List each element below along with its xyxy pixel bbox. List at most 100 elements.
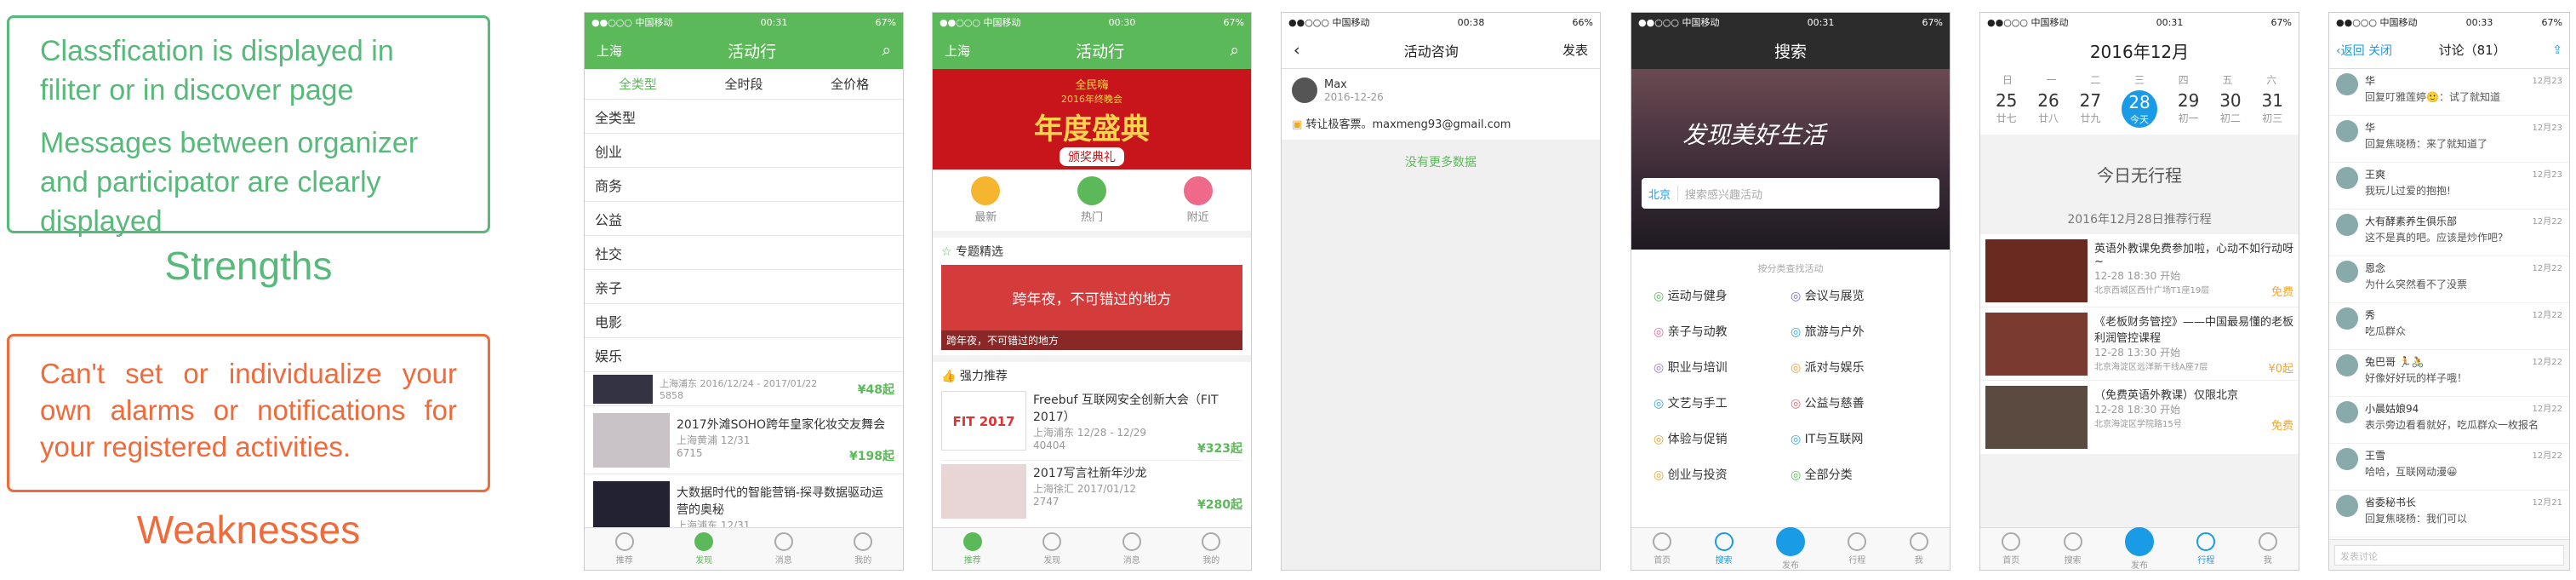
menu-item[interactable]: 电影	[585, 304, 903, 338]
menu-item[interactable]: 全类型	[585, 100, 903, 134]
message-text: 为什么突然看不了没票	[2365, 279, 2468, 290]
location-icon	[1183, 176, 1213, 205]
day-cell[interactable]: 29 初一	[2178, 90, 2199, 128]
avatar	[2336, 120, 2358, 142]
tab-messages[interactable]: 消息	[1122, 532, 1141, 566]
message-text: 这不是真的吧。应该是炒作吧?	[2365, 232, 2504, 244]
city-selector[interactable]: 北京	[1642, 185, 1679, 202]
list-item[interactable]: 2017写言社新年沙龙 上海徐汇 2017/01/12 2747 ¥280起	[941, 461, 1242, 527]
star-icon: ☆	[941, 245, 952, 259]
category-family[interactable]: ◎ 亲子与动教	[1654, 323, 1791, 340]
message-row[interactable]: 王雪 12月22 哈哈，互联网动漫😀	[2329, 444, 2569, 491]
message-row[interactable]: 小晨姑娘94 12月22 表示旁边看看就好，吃瓜群众一枚报名	[2329, 397, 2569, 444]
category-charity[interactable]: ◎ 公益与慈善	[1791, 394, 1928, 411]
tab-messages[interactable]: 消息	[774, 532, 793, 566]
category-party[interactable]: ◎ 派对与娱乐	[1791, 359, 1928, 376]
strength-line-1: Classfication is displayed in filiter or…	[40, 35, 394, 106]
message-row[interactable]: 秀 12月22 吃瓜群众	[2329, 303, 2569, 350]
back-icon[interactable]: ‹	[1294, 41, 1300, 60]
list-item[interactable]: （免费英语外教课）仅限北京 12-28 18:30 开始 北京海淀区学院路15号 免费	[1980, 381, 2299, 454]
tab-schedule[interactable]: 行程	[2196, 532, 2216, 566]
category-nearby[interactable]: 附近	[1183, 176, 1213, 224]
day-cell[interactable]: 25 廿七	[1996, 90, 2017, 128]
discussion-input[interactable]: 发表讨论	[2334, 545, 2564, 566]
filter-time[interactable]: 全时段	[724, 75, 763, 93]
list-item[interactable]: 上海浦东 2016/12/24 - 2017/01/22 5858 ¥48起	[585, 372, 903, 406]
menu-item[interactable]: 娱乐	[585, 338, 903, 372]
list-item[interactable]: 英语外教课免费参加啦，心动不如行动呀~ 12-28 18:30 开始 北京西城区西什…	[1980, 234, 2299, 307]
menu-item[interactable]: 亲子	[585, 270, 903, 304]
tab-home[interactable]: 首页	[2002, 532, 2021, 566]
day-cell[interactable]: 30 初二	[2219, 90, 2241, 128]
tab-home[interactable]: 首页	[1653, 532, 1672, 566]
category-hot[interactable]: 热门	[1077, 176, 1106, 224]
category-conference[interactable]: ◎ 会议与展览	[1791, 287, 1928, 304]
category-promo[interactable]: ◎ 体验与促销	[1654, 430, 1791, 447]
tab-search[interactable]: 搜索	[2063, 532, 2082, 566]
list-item[interactable]: 《老板财务管控》——中国最易懂的老板利润管控课程 12-28 13:30 开始 北京…	[1980, 307, 2299, 381]
tab-publish[interactable]: 发布	[1775, 527, 1805, 570]
message-row[interactable]: 华 12月23 回复焦晓杨：来了就知道了	[2329, 116, 2569, 163]
tab-schedule[interactable]: 行程	[1848, 532, 1867, 566]
message-row[interactable]: 省委秘书长 12月21 回复焦晓杨：我们可以	[2329, 491, 2569, 537]
day-cell[interactable]: 26 廿八	[2037, 90, 2059, 128]
person-icon	[1909, 532, 1928, 551]
tab-discover[interactable]: 发现	[1042, 532, 1062, 566]
city-selector[interactable]: 上海	[597, 42, 622, 60]
message-row[interactable]: 王爽 12月23 我玩儿过爱的抱抱!	[2329, 163, 2569, 210]
tab-me[interactable]: 我的	[854, 532, 873, 566]
run-icon: ◎	[1654, 290, 1665, 303]
person-icon	[854, 532, 873, 551]
plus-icon	[1775, 527, 1805, 556]
search-icon[interactable]: ⌕	[882, 41, 891, 60]
message-row[interactable]: 兔巴哥 🏃🚴 12月22 好像好好玩的样子哦！	[2329, 350, 2569, 397]
message-row[interactable]: 大有酵素养生俱乐部 12月22 这不是真的吧。应该是炒作吧?	[2329, 210, 2569, 256]
tab-search[interactable]: 搜索	[1714, 532, 1734, 566]
category-startup[interactable]: ◎ 创业与投资	[1654, 466, 1791, 483]
phone-consult-screen: ●●○○○ 中国移动 00:38 66% ‹ 活动咨询 发表 Max 2016-12-…	[1281, 12, 1601, 571]
filter-type[interactable]: 全类型	[619, 75, 657, 93]
category-travel[interactable]: ◎ 旅游与户外	[1791, 323, 1928, 340]
day-cell-today[interactable]: 28 今天	[2121, 90, 2157, 128]
section-title: ☆ 专题精选	[941, 245, 1004, 259]
search-icon[interactable]: ⌕	[1230, 41, 1239, 60]
tab-home[interactable]: 推荐	[614, 532, 634, 566]
menu-item[interactable]: 商务	[585, 168, 903, 202]
tab-me[interactable]: 我	[1909, 532, 1928, 566]
share-icon[interactable]: ⇪	[2552, 43, 2562, 57]
feature-card[interactable]: 跨年夜，不可错过的地方 跨年夜，不可错过的地方	[941, 265, 1242, 350]
message-row[interactable]: 恩念 12月22 为什么突然看不了没票	[2329, 256, 2569, 303]
avatar	[2336, 214, 2358, 236]
tab-me[interactable]: 我	[2258, 532, 2277, 566]
day-cell[interactable]: 31 初三	[2262, 90, 2283, 128]
category-it[interactable]: ◎ IT与互联网	[1791, 430, 1928, 447]
mic-icon: ◎	[1791, 290, 1802, 303]
tab-home[interactable]: 推荐	[962, 532, 982, 566]
menu-item[interactable]: 公益	[585, 202, 903, 236]
list-item[interactable]: FIT 2017 Freebuf 互联网安全创新大会（FIT 2017） 上海浦…	[941, 388, 1242, 461]
author-name: 恩念	[2365, 262, 2386, 274]
promo-banner[interactable]: 全民嗨 2016年终晚会 年度盛典 颁奖典礼	[933, 69, 1251, 169]
week-strip: 日一二三四五六 25 廿七 26 廿八 27 廿九 28 今天 29 初一 30 初二 31…	[1980, 69, 2299, 135]
tab-publish[interactable]: 发布	[2124, 527, 2154, 570]
tab-discover[interactable]: 发现	[694, 532, 714, 566]
city-selector[interactable]: 上海	[945, 42, 970, 60]
message-text: 哈哈，互联网动漫😀	[2365, 466, 2458, 478]
back-button[interactable]: ‹返回 关闭	[2336, 42, 2392, 59]
category-all[interactable]: ◎ 全部分类	[1791, 466, 1928, 483]
day-cell[interactable]: 27 廿九	[2080, 90, 2101, 128]
menu-item[interactable]: 社交	[585, 236, 903, 270]
category-career[interactable]: ◎ 职业与培训	[1654, 359, 1791, 376]
tab-me[interactable]: 我的	[1202, 532, 1221, 566]
category-sports[interactable]: ◎ 运动与健身	[1654, 287, 1791, 304]
search-icon	[2063, 532, 2082, 551]
search-input[interactable]: 北京 搜索感兴趣活动	[1642, 178, 1939, 209]
menu-item[interactable]: 创业	[585, 134, 903, 168]
category-arts[interactable]: ◎ 文艺与手工	[1654, 394, 1791, 411]
message-row[interactable]: 华 12月23 回复叮雅莲婷🙂：试了就知道	[2329, 69, 2569, 116]
publish-button[interactable]: 发表	[1562, 41, 1588, 59]
list-item[interactable]: 2017外滩SOHO跨年皇家化妆交友舞会 上海黄浦 12/31 6715 ¥198…	[585, 406, 903, 474]
filter-price[interactable]: 全价格	[831, 75, 869, 93]
hero-image: 发现美好生活 北京 搜索感兴趣活动	[1631, 69, 1950, 250]
category-latest[interactable]: 最新	[971, 176, 1001, 224]
